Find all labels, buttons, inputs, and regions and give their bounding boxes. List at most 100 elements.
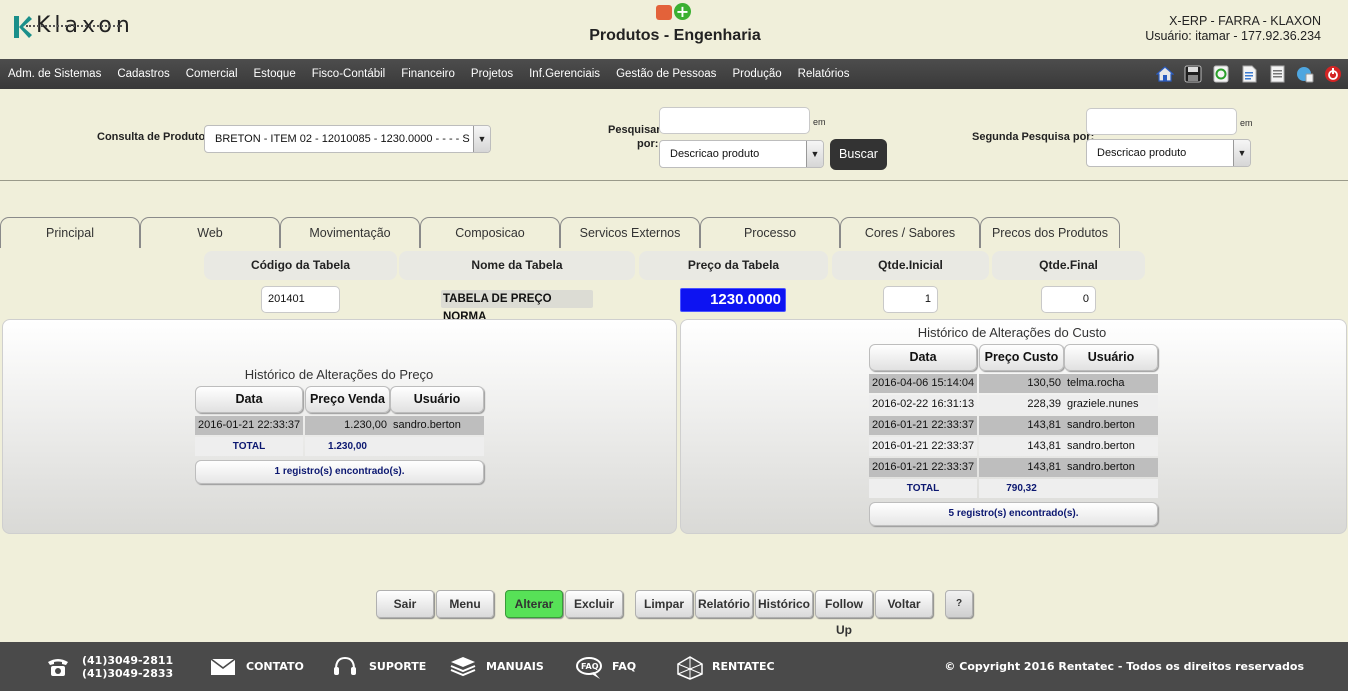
pesquisar-input[interactable] — [659, 107, 810, 134]
footer-contato[interactable]: CONTATO — [210, 642, 304, 691]
power-icon[interactable] — [1324, 65, 1342, 83]
table-cell-valor: 130,50 — [979, 374, 1064, 393]
menu-item-fisco-cont-bil[interactable]: Fisco-Contábil — [304, 68, 394, 80]
pesquisar-field-select[interactable]: Descricao produto ▼ — [659, 140, 824, 168]
footer-manuais[interactable]: MANUAIS — [450, 642, 544, 691]
segunda-field-value: Descricao produto — [1097, 147, 1187, 159]
qtde-final-field[interactable]: 0 — [1041, 286, 1096, 313]
tab-composicao[interactable]: Composicao — [420, 217, 560, 248]
sair-button[interactable]: Sair — [376, 590, 434, 618]
price-history-title: Histórico de Alterações do Preço — [244, 367, 434, 382]
follow-up-button[interactable]: Follow Up — [815, 590, 873, 637]
home-icon[interactable] — [1155, 65, 1175, 83]
search-area: Consulta de Produtos BRETON - ITEM 02 - … — [0, 89, 1348, 181]
total-empty — [390, 437, 484, 456]
table-cell-data: 2016-02-22 16:31:13 — [869, 395, 977, 414]
price-history-col-3[interactable]: Usuário — [390, 386, 484, 413]
chevron-down-icon[interactable]: ▼ — [473, 126, 490, 152]
system-line: X-ERP - FARRA - KLAXON — [1169, 14, 1321, 28]
codigo-tabela-field[interactable]: 201401 — [261, 286, 340, 313]
table-cell-usuario: sandro.berton — [1064, 416, 1158, 435]
table-cell-data: 2016-01-21 22:33:37 — [869, 416, 977, 435]
nome-tabela-header: Nome da Tabela — [399, 251, 635, 280]
system-info: X-ERP - FARRA - KLAXON Usuário: itamar -… — [1145, 14, 1321, 44]
tab-precos-dos-produtos[interactable]: Precos dos Produtos — [980, 217, 1120, 248]
tab-cores-sabores[interactable]: Cores / Sabores — [840, 217, 980, 248]
menu-item-adm-de-sistemas[interactable]: Adm. de Sistemas — [0, 68, 109, 80]
footer-rentatec[interactable]: RENTATEC — [676, 642, 775, 691]
cost-history-col-1[interactable]: Data — [869, 344, 977, 371]
limpar-button[interactable]: Limpar — [635, 590, 693, 618]
table-cell-valor: 1.230,00 — [305, 416, 390, 435]
menu-item-produ-o[interactable]: Produção — [724, 68, 789, 80]
footer-suporte[interactable]: SUPORTE — [333, 642, 426, 691]
faq-label: FAQ — [612, 660, 637, 673]
chevron-down-icon[interactable]: ▼ — [1233, 140, 1250, 166]
tab-principal[interactable]: Principal — [0, 217, 140, 248]
menu-item-gest-o-de-pessoas[interactable]: Gestão de Pessoas — [608, 68, 724, 80]
preco-tabela-field[interactable]: 1230.0000 — [680, 288, 786, 312]
buscar-button[interactable]: Buscar — [830, 139, 887, 170]
table-cell-data: 2016-01-21 22:33:37 — [195, 416, 303, 435]
page-title: Produtos - Engenharia — [589, 27, 761, 44]
excluir-button[interactable]: Excluir — [565, 590, 623, 618]
menu-item-cadastros[interactable]: Cadastros — [109, 68, 177, 80]
table-cell-valor: 228,39 — [979, 395, 1064, 414]
relatorio-button[interactable]: Relatório — [695, 590, 753, 618]
menu-item-inf-gerenciais[interactable]: Inf.Gerenciais — [521, 68, 608, 80]
total-label: TOTAL — [869, 479, 977, 498]
qtde-inicial-header: Qtde.Inicial — [832, 251, 989, 280]
tab-processo[interactable]: Processo — [700, 217, 840, 248]
historico-button[interactable]: Histórico — [755, 590, 813, 618]
qtde-final-header: Qtde.Final — [992, 251, 1145, 280]
contato-label: CONTATO — [246, 660, 304, 673]
alterar-button[interactable]: Alterar — [505, 590, 563, 618]
main-menu: Adm. de Sistemas Cadastros Comercial Estoqu… — [0, 59, 857, 89]
copyright: © Copyright 2016 Rentatec - Todos os dir… — [944, 660, 1304, 673]
tab-web[interactable]: Web — [140, 217, 280, 248]
menu-item-projetos[interactable]: Projetos — [463, 68, 521, 80]
price-history-col-2[interactable]: Preço Venda — [305, 386, 390, 413]
save-icon[interactable] — [1184, 65, 1202, 83]
segunda-field-select[interactable]: Descricao produto ▼ — [1086, 139, 1251, 167]
cost-history-col-2[interactable]: Preço Custo — [979, 344, 1064, 371]
manuais-label: MANUAIS — [486, 660, 544, 673]
total-label: TOTAL — [195, 437, 303, 456]
cost-history-col-3[interactable]: Usuário — [1064, 344, 1158, 371]
tab-movimenta-o[interactable]: Movimentação — [280, 217, 420, 248]
menu-item-estoque[interactable]: Estoque — [246, 68, 304, 80]
menu-button[interactable]: Menu — [436, 590, 494, 618]
voltar-button[interactable]: Voltar — [875, 590, 933, 618]
tab-servicos-externos[interactable]: Servicos Externos — [560, 217, 700, 248]
footer-phones: (41)3049-2811 (41)3049-2833 — [46, 642, 173, 691]
chevron-down-icon[interactable]: ▼ — [806, 141, 823, 167]
help-button[interactable]: ? — [945, 590, 973, 618]
document-icon[interactable] — [1240, 65, 1258, 83]
pdf-icon[interactable] — [656, 5, 672, 20]
envelope-icon — [210, 656, 236, 678]
suporte-label: SUPORTE — [369, 660, 427, 673]
consulta-select[interactable]: BRETON - ITEM 02 - 12010085 - 1230.0000 … — [204, 125, 491, 153]
add-icon[interactable]: + — [674, 3, 691, 20]
menu-item-relat-rios[interactable]: Relatórios — [790, 68, 858, 80]
price-history-col-1[interactable]: Data — [195, 386, 303, 413]
recycle-icon[interactable] — [1212, 65, 1230, 83]
table-cell-data: 2016-04-06 15:14:04 — [869, 374, 977, 393]
cost-history-title: Histórico de Alterações do Custo — [917, 325, 1107, 340]
table-cell-valor: 143,81 — [979, 437, 1064, 456]
phone-1: (41)3049-2811 — [82, 653, 174, 667]
menu-item-comercial[interactable]: Comercial — [178, 68, 246, 80]
segunda-pesquisa-input[interactable] — [1086, 108, 1237, 135]
help-globe-icon[interactable] — [1296, 65, 1314, 83]
rentatec-label: RENTATEC — [712, 660, 775, 673]
preco-tabela-header: Preço da Tabela — [639, 251, 828, 280]
menu-item-financeiro[interactable]: Financeiro — [393, 68, 463, 80]
report-icon[interactable] — [1268, 65, 1286, 83]
headset-icon — [333, 656, 357, 678]
footer-faq[interactable]: FAQ FAQ — [576, 642, 636, 691]
records-found: 5 registro(s) encontrado(s). — [869, 502, 1158, 526]
toolbar-icons — [1155, 65, 1342, 83]
consulta-select-value: BRETON - ITEM 02 - 12010085 - 1230.0000 … — [215, 133, 470, 145]
qtde-inicial-field[interactable]: 1 — [883, 286, 938, 313]
pesquisar-field-value: Descricao produto — [670, 148, 760, 160]
